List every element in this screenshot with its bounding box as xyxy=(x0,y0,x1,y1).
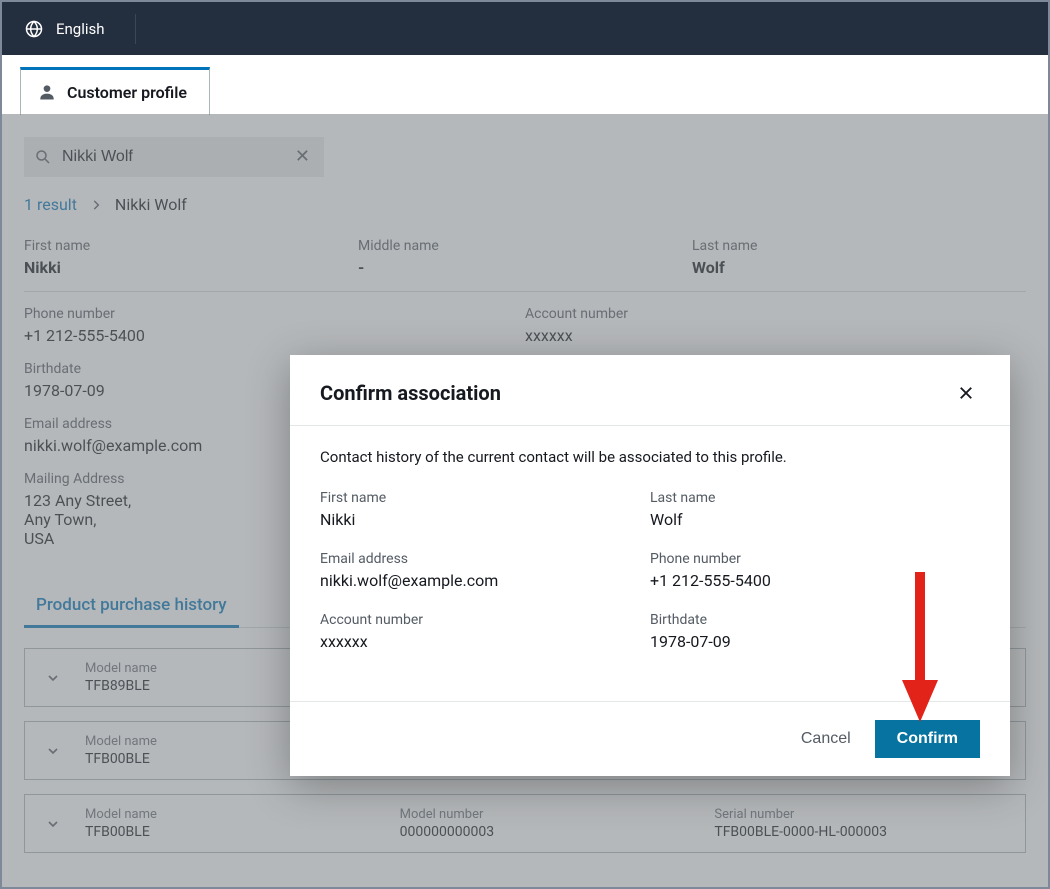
modal-account-label: Account number xyxy=(320,612,650,628)
modal-phone: +1 212-555-5400 xyxy=(650,571,980,590)
topbar-divider xyxy=(135,14,136,44)
modal-account: xxxxxx xyxy=(320,632,650,651)
modal-birthdate: 1978-07-09 xyxy=(650,632,980,651)
modal-first-name-label: First name xyxy=(320,490,650,506)
modal-phone-label: Phone number xyxy=(650,551,980,567)
tab-customer-profile[interactable]: Customer profile xyxy=(20,67,210,115)
modal-email: nikki.wolf@example.com xyxy=(320,571,650,590)
modal-last-name-label: Last name xyxy=(650,490,980,506)
language-selector[interactable]: English xyxy=(56,20,105,38)
app-window: English Customer profile ✕ 1 result Nikk… xyxy=(0,0,1050,889)
globe-icon xyxy=(24,19,44,39)
cancel-button[interactable]: Cancel xyxy=(801,730,851,748)
topbar: English xyxy=(2,2,1048,55)
tab-label: Customer profile xyxy=(67,83,187,102)
tabstrip: Customer profile xyxy=(2,55,1048,115)
modal-email-label: Email address xyxy=(320,551,650,567)
confirm-association-modal: Confirm association Contact history of t… xyxy=(290,355,1010,776)
close-icon[interactable] xyxy=(952,379,980,407)
modal-first-name: Nikki xyxy=(320,510,650,529)
confirm-button-label: Confirm xyxy=(897,730,958,747)
confirm-button[interactable]: Confirm xyxy=(875,720,980,758)
modal-title: Confirm association xyxy=(320,381,501,405)
modal-birthdate-label: Birthdate xyxy=(650,612,980,628)
modal-description: Contact history of the current contact w… xyxy=(320,448,980,466)
modal-last-name: Wolf xyxy=(650,510,980,529)
person-icon xyxy=(37,82,57,102)
